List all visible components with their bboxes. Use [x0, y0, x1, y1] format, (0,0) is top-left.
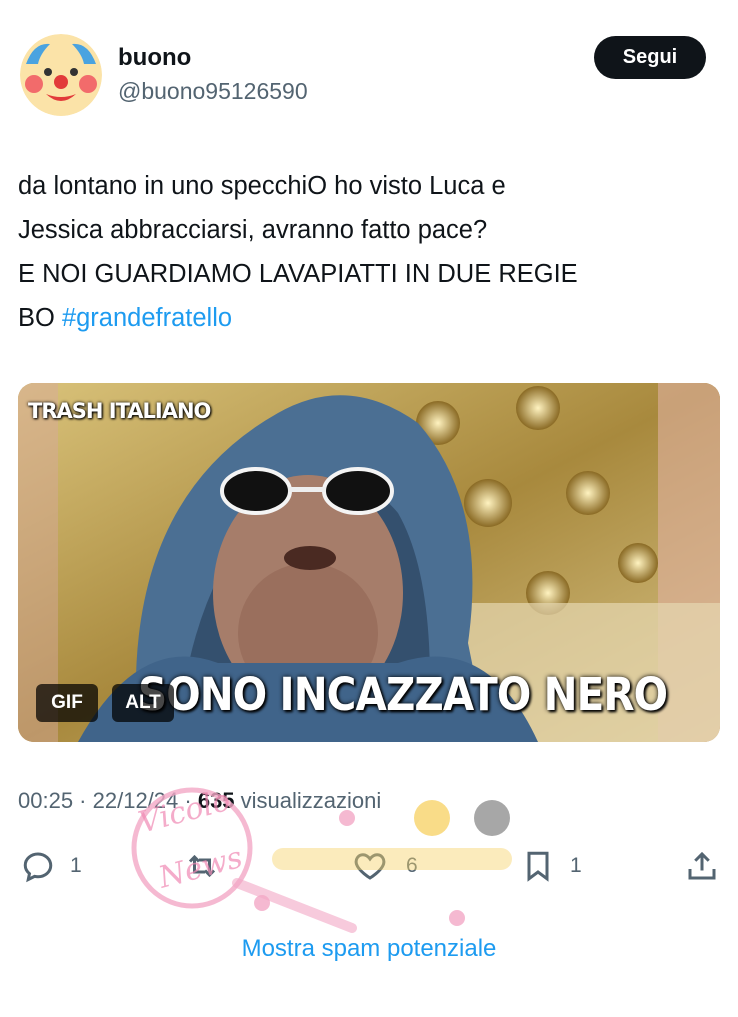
bookmark-icon	[527, 851, 549, 882]
hashtag-link[interactable]: #grandefratello	[62, 304, 232, 332]
tweet-meta: 00:25 · 22/12/24 · 635 visualizzazioni	[18, 788, 381, 814]
tweet-line-prefix: BO	[18, 304, 62, 332]
meta-separator: ·	[178, 788, 198, 813]
retweet-button[interactable]	[184, 848, 220, 884]
bookmark-button[interactable]: 1	[520, 848, 582, 884]
reply-button[interactable]: 1	[20, 848, 82, 884]
tweet-line: da lontano in uno specchiO ho visto Luca…	[18, 172, 506, 200]
tweet-time[interactable]: 00:25	[18, 788, 73, 813]
alt-text-button[interactable]: ALT	[112, 684, 174, 722]
retweet-icon	[188, 854, 216, 878]
meta-separator: ·	[73, 788, 93, 813]
tweet-line-last: BO #grandefratello	[18, 296, 718, 340]
reply-count: 1	[70, 854, 82, 877]
user-handle[interactable]: @buono95126590	[118, 78, 308, 105]
heart-icon	[354, 853, 386, 880]
views-count: 635	[197, 788, 235, 813]
reply-icon	[23, 852, 53, 883]
media-watermark: TRASH ITALIANO	[28, 399, 211, 423]
display-name[interactable]: buono	[118, 44, 191, 72]
tweet-text: da lontano in uno specchiO ho visto Luca…	[18, 164, 718, 340]
views-label: visualizzazioni	[234, 788, 382, 813]
clown-avatar-icon	[20, 34, 102, 116]
show-spam-link[interactable]: Mostra spam potenziale	[0, 935, 738, 963]
share-button[interactable]	[684, 848, 720, 884]
share-icon	[688, 851, 716, 880]
tweet-date[interactable]: 22/12/24	[93, 788, 179, 813]
avatar[interactable]	[20, 34, 102, 116]
tweet-line: E NOI GUARDIAMO LAVAPIATTI IN DUE REGIE	[18, 260, 578, 288]
like-button[interactable]: 6	[352, 848, 418, 884]
like-count: 6	[406, 854, 418, 877]
tweet-line: Jessica abbracciarsi, avranno fatto pace…	[18, 216, 488, 244]
gif-badge: GIF	[36, 684, 98, 722]
bookmark-count: 1	[570, 854, 582, 877]
follow-button[interactable]: Segui	[594, 36, 706, 79]
media-caption: SONO INCAZZATO NERO	[138, 668, 668, 721]
